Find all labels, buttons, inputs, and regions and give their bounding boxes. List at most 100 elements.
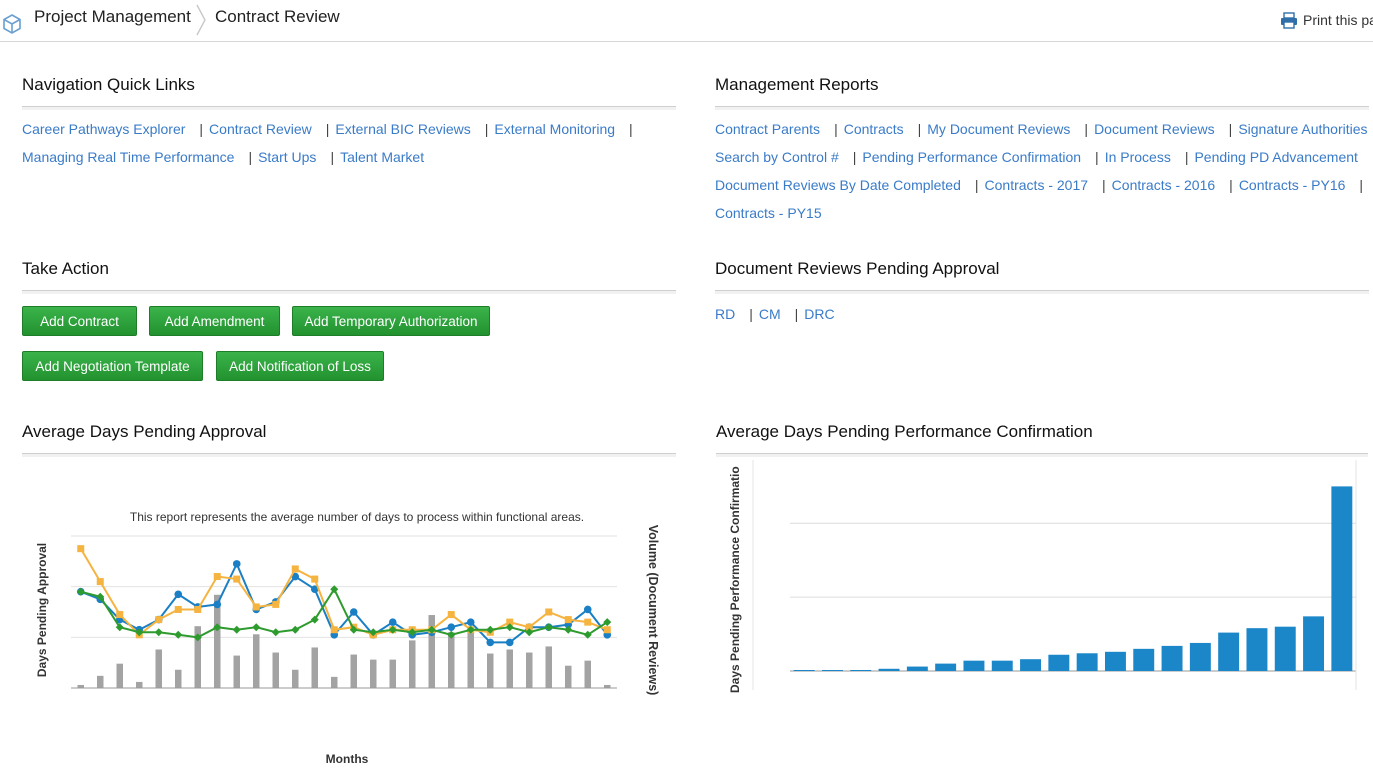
- pending-approval-title: Document Reviews Pending Approval: [715, 259, 1000, 278]
- link-contracts[interactable]: Contracts: [844, 121, 904, 137]
- chart1-series-point: [76, 587, 85, 596]
- chart1-series-point: [584, 618, 592, 626]
- chart1-volume-bar: [506, 649, 513, 688]
- chart1-volume-bar: [487, 653, 494, 688]
- chart1-series-point: [154, 628, 163, 637]
- link-signature-authorities[interactable]: Signature Authorities: [1238, 121, 1367, 137]
- breadcrumb-project-management[interactable]: Project Management: [34, 7, 191, 27]
- chart1-series-point: [116, 611, 124, 619]
- chart1-series-point: [330, 626, 338, 634]
- section-divider: [715, 106, 1369, 110]
- link-separator: |: [629, 121, 633, 137]
- chart1-series-point: [174, 605, 182, 613]
- chart1-volume-bar: [331, 676, 338, 688]
- link-separator: |: [834, 121, 838, 137]
- chart2-y-axis-label: Days Pending Performance Confirmatio: [728, 466, 742, 693]
- top-bar: Project Management Contract Review Print…: [0, 0, 1373, 42]
- add-notification-of-loss-button[interactable]: Add Notification of Loss: [216, 351, 384, 381]
- section-divider: [22, 290, 676, 294]
- section-divider: [22, 106, 676, 110]
- link-start-ups[interactable]: Start Ups: [258, 149, 316, 165]
- quick-links-row-2: Managing Real Time Performance | Start Ups…: [22, 149, 424, 165]
- chart1-volume-bar: [214, 594, 221, 688]
- section-divider: [715, 290, 1369, 294]
- chart2-bar: [991, 660, 1013, 671]
- add-temporary-authorization-button[interactable]: Add Temporary Authorization: [292, 306, 490, 336]
- link-in-process[interactable]: In Process: [1105, 149, 1171, 165]
- link-contract-parents[interactable]: Contract Parents: [715, 121, 820, 137]
- chart1-series-point: [545, 608, 553, 616]
- link-separator: |: [325, 121, 330, 137]
- link-contracts-2017[interactable]: Contracts - 2017: [985, 177, 1089, 193]
- link-talent-market[interactable]: Talent Market: [340, 149, 424, 165]
- chart2-title: Average Days Pending Performance Confirm…: [716, 422, 1093, 441]
- chart1-series-point: [174, 590, 183, 599]
- quick-links-row-1: Career Pathways Explorer | Contract Review…: [22, 121, 639, 137]
- chart1-series-point: [544, 623, 553, 632]
- add-negotiation-template-button[interactable]: Add Negotiation Template: [22, 351, 203, 381]
- link-external-bic-reviews[interactable]: External BIC Reviews: [335, 121, 470, 137]
- chart2-bar: [1048, 654, 1070, 671]
- chart1-subtitle: This report represents the average numbe…: [130, 510, 584, 524]
- chart2-bar: [850, 670, 872, 671]
- chart2-bar: [1331, 486, 1353, 671]
- chart2-bar: [1161, 645, 1183, 671]
- chart1-volume-bar: [253, 634, 260, 688]
- chart1-volume-bar: [565, 665, 572, 688]
- link-career-pathways-explorer[interactable]: Career Pathways Explorer: [22, 121, 185, 137]
- chart1-series-point: [77, 545, 85, 553]
- add-contract-button[interactable]: Add Contract: [22, 306, 137, 336]
- chart1-volume-bar: [389, 659, 396, 688]
- chart1-series-point: [252, 603, 260, 611]
- chart1-series-point: [486, 638, 495, 647]
- link-contracts-py15[interactable]: Contracts - PY15: [715, 205, 822, 221]
- link-my-document-reviews[interactable]: My Document Reviews: [927, 121, 1070, 137]
- section-divider: [22, 453, 676, 457]
- link-drc[interactable]: DRC: [804, 306, 834, 322]
- chart1-volume-bar: [292, 669, 299, 688]
- link-document-reviews[interactable]: Document Reviews: [1094, 121, 1215, 137]
- link-separator: |: [917, 121, 922, 137]
- chart1-series-point: [271, 628, 280, 637]
- link-contracts-2016[interactable]: Contracts - 2016: [1112, 177, 1216, 193]
- average-days-pending-performance-confirmation-chart: Days Pending Performance Confirmatio: [728, 460, 1357, 693]
- chart1-series-point: [505, 638, 514, 647]
- chart1-series-point: [564, 616, 572, 624]
- reports-row-3: Document Reviews By Date Completed | Contr…: [715, 177, 1369, 193]
- chart1-volume-bar: [233, 655, 240, 688]
- chart2-bar: [1274, 626, 1296, 671]
- section-divider: [716, 453, 1368, 457]
- link-contracts-py16[interactable]: Contracts - PY16: [1239, 177, 1346, 193]
- link-search-by-control[interactable]: Search by Control #: [715, 149, 839, 165]
- link-managing-real-time-performance[interactable]: Managing Real Time Performance: [22, 149, 234, 165]
- cube-icon[interactable]: [2, 13, 22, 35]
- link-contract-review[interactable]: Contract Review: [209, 121, 312, 137]
- reports-row-1: Contract Parents | Contracts | My Document R…: [715, 121, 1373, 137]
- management-reports-title: Management Reports: [715, 75, 879, 94]
- link-separator: |: [248, 149, 253, 165]
- link-separator: |: [1184, 149, 1189, 165]
- link-separator: |: [1102, 177, 1106, 193]
- link-separator: |: [330, 149, 335, 165]
- link-document-reviews-by-date-completed[interactable]: Document Reviews By Date Completed: [715, 177, 961, 193]
- link-pending-performance-confirmation[interactable]: Pending Performance Confirmation: [862, 149, 1081, 165]
- average-days-pending-approval-chart: This report represents the average numbe…: [35, 510, 660, 766]
- chart1-volume-bar: [155, 649, 162, 688]
- link-pending-pd-advancement[interactable]: Pending PD Advancement: [1194, 149, 1357, 165]
- link-external-monitoring[interactable]: External Monitoring: [494, 121, 615, 137]
- chart2-bar: [1218, 632, 1240, 671]
- add-amendment-button[interactable]: Add Amendment: [149, 306, 280, 336]
- print-page-link[interactable]: Print this pa: [1280, 12, 1373, 29]
- link-rd[interactable]: RD: [715, 306, 735, 322]
- link-cm[interactable]: CM: [759, 306, 781, 322]
- link-separator: |: [1095, 149, 1099, 165]
- chart2-bar: [793, 670, 815, 671]
- link-separator: |: [974, 177, 979, 193]
- chart1-series-point: [447, 611, 455, 619]
- chart1-volume-bar: [545, 646, 552, 688]
- chart1-series-point: [447, 623, 456, 631]
- chart1-y2-axis-label: Volume (Document Reviews): [646, 525, 660, 696]
- chart1-series-point: [194, 605, 202, 613]
- chart2-bar: [878, 668, 900, 671]
- reports-row-4: Contracts - PY15: [715, 205, 822, 221]
